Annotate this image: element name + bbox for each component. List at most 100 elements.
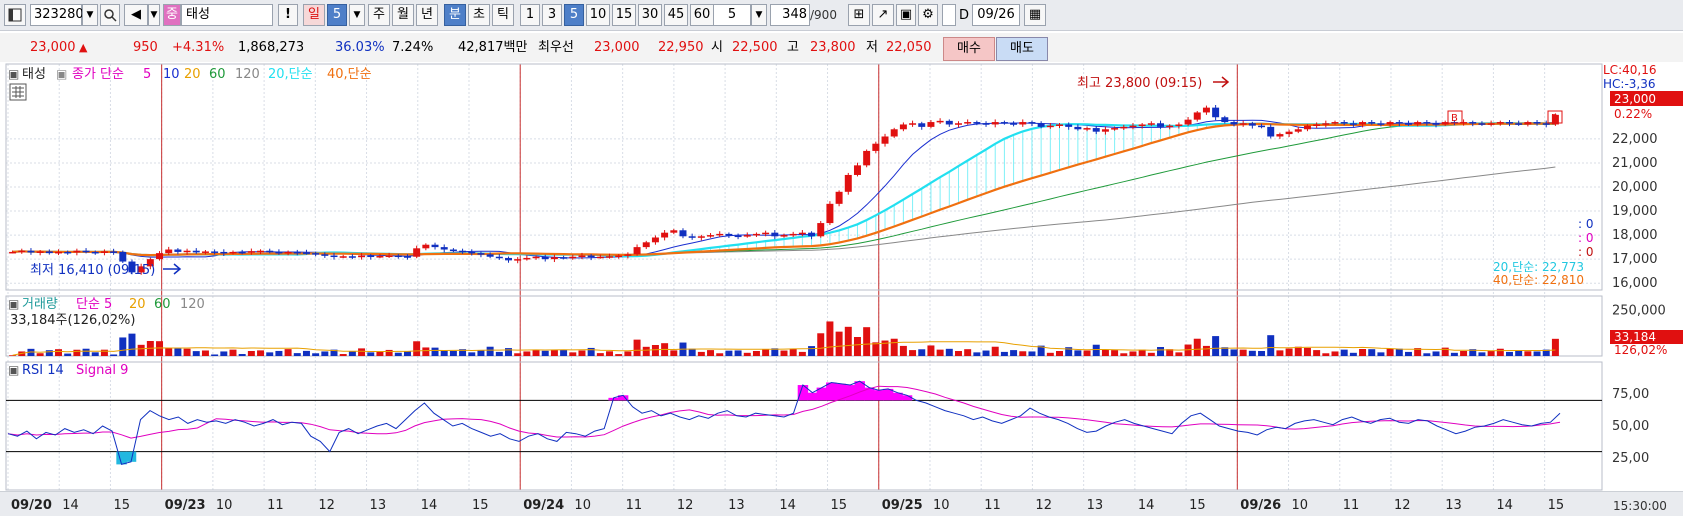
interval-button-10[interactable]: 10 bbox=[586, 4, 610, 26]
search-icon[interactable] bbox=[100, 4, 120, 26]
volume-bar bbox=[495, 351, 503, 356]
volume-bar bbox=[1129, 351, 1137, 356]
period-year-button[interactable]: 년 bbox=[416, 4, 438, 26]
candle-body bbox=[1524, 122, 1532, 125]
date-checkbox[interactable] bbox=[942, 4, 956, 26]
alert-button[interactable]: ! bbox=[278, 4, 298, 26]
interval-button-15[interactable]: 15 bbox=[612, 4, 636, 26]
volume-bar bbox=[1349, 352, 1357, 356]
time-tick-label: 13 bbox=[370, 498, 387, 513]
candle-body bbox=[909, 123, 917, 125]
volume-bar bbox=[247, 351, 255, 356]
volume-bar bbox=[1478, 352, 1486, 356]
candle-body bbox=[817, 223, 825, 237]
candle-body bbox=[1423, 122, 1431, 124]
date-input[interactable]: 09/26 bbox=[972, 4, 1020, 26]
volume-bar bbox=[284, 349, 292, 356]
candle-body bbox=[1478, 123, 1486, 125]
table-grid-icon bbox=[12, 86, 24, 98]
stock-name-field[interactable]: 태성 bbox=[181, 4, 273, 26]
candle-body bbox=[1230, 122, 1238, 125]
count-input[interactable]: 348 bbox=[770, 4, 810, 26]
high-label: 고 bbox=[787, 40, 799, 55]
candle-body bbox=[624, 254, 632, 256]
toolbar: 323280 ▼ ◀ ▼ 중 태성 ! 일 5 ▼ 주 월 년 분 초 틱 13… bbox=[0, 0, 1683, 31]
candle-body bbox=[385, 255, 393, 258]
candle-body bbox=[587, 255, 595, 258]
candle-body bbox=[1138, 124, 1146, 126]
code-dropdown-icon[interactable]: ▼ bbox=[82, 4, 98, 26]
period-month-button[interactable]: 월 bbox=[392, 4, 414, 26]
volume-bar bbox=[220, 351, 228, 356]
interval-dropdown-icon[interactable]: ▼ bbox=[751, 4, 767, 26]
volume-square-icon: ▣ bbox=[8, 297, 19, 311]
candle-body bbox=[1074, 126, 1082, 130]
legend-ma40-simple: 40,단순 bbox=[327, 67, 372, 82]
interval-button-1[interactable]: 1 bbox=[520, 4, 540, 26]
stock-chart[interactable]: 16,000 17,000 18,000 19,000 20,000 21,000 22,0… bbox=[0, 62, 1683, 516]
candle-body bbox=[1377, 123, 1385, 125]
speaker-icon[interactable]: ◀ bbox=[124, 4, 148, 26]
pct-3: 7.24% bbox=[392, 40, 434, 55]
period-second-button[interactable]: 초 bbox=[468, 4, 490, 26]
candle-body bbox=[1331, 122, 1339, 124]
volume-bar bbox=[449, 351, 457, 356]
period-day-n[interactable]: 5 bbox=[327, 4, 347, 26]
volume-bar bbox=[1551, 338, 1559, 356]
period-week-button[interactable]: 주 bbox=[368, 4, 390, 26]
speaker-dropdown-icon[interactable]: ▼ bbox=[148, 4, 160, 26]
stock-code-input[interactable]: 323280 bbox=[30, 4, 84, 26]
buy-button[interactable]: 매수 bbox=[943, 37, 995, 61]
volume-bar bbox=[752, 351, 760, 356]
interval-button-3[interactable]: 3 bbox=[542, 4, 562, 26]
volume-title[interactable]: 거래량 bbox=[22, 297, 58, 312]
interval-button-60[interactable]: 60 bbox=[690, 4, 714, 26]
candle-body bbox=[642, 242, 650, 248]
interval-select[interactable]: 5 bbox=[713, 4, 751, 26]
draw-tool-icon[interactable]: ↗ bbox=[872, 4, 894, 26]
volume-bar bbox=[826, 321, 834, 356]
candle-body bbox=[1303, 125, 1311, 130]
candle-body bbox=[615, 255, 623, 258]
candle-body bbox=[1496, 122, 1504, 124]
interval-button-30[interactable]: 30 bbox=[638, 4, 662, 26]
period-dropdown-icon[interactable]: ▼ bbox=[349, 4, 365, 26]
interval-button-5[interactable]: 5 bbox=[564, 4, 584, 26]
candle-body bbox=[661, 232, 669, 238]
legend-price-name[interactable]: 태성 bbox=[22, 67, 46, 82]
rsi-title[interactable]: RSI 14 bbox=[22, 363, 64, 378]
sell-button[interactable]: 매도 bbox=[996, 37, 1048, 61]
volume-bar bbox=[844, 326, 852, 356]
candle-body bbox=[1359, 122, 1367, 125]
chart-tools-icon[interactable]: ⊞ bbox=[848, 4, 870, 26]
gear-icon[interactable]: ⚙ bbox=[918, 4, 938, 26]
volume-bar bbox=[863, 327, 871, 356]
volume-bar bbox=[165, 348, 173, 356]
volume-bar bbox=[1046, 352, 1054, 356]
save-icon[interactable]: ▣ bbox=[896, 4, 916, 26]
calendar-icon[interactable]: ▦ bbox=[1024, 4, 1046, 26]
volume-ma-5: 단순 5 bbox=[76, 297, 112, 312]
period-tick-button[interactable]: 틱 bbox=[492, 4, 514, 26]
window-menu-icon[interactable] bbox=[4, 4, 26, 26]
volume-bar bbox=[45, 350, 53, 356]
time-tick-label: 09/20 bbox=[11, 498, 52, 513]
period-minute-button[interactable]: 분 bbox=[444, 4, 466, 26]
time-tick-label: 10 bbox=[216, 498, 233, 513]
volume-bar bbox=[1028, 351, 1036, 356]
volume-bar bbox=[339, 354, 347, 356]
candle-body bbox=[1487, 123, 1495, 125]
period-day-button[interactable]: 일 bbox=[303, 4, 325, 26]
legend-price-indicator[interactable]: 종가 단순 bbox=[72, 67, 124, 82]
magnifier-icon bbox=[103, 9, 117, 22]
high-annotation: 최고 23,800 (09:15) bbox=[1077, 76, 1202, 91]
interval-button-45[interactable]: 45 bbox=[664, 4, 688, 26]
candle-body bbox=[376, 256, 384, 258]
candle-body bbox=[495, 256, 503, 259]
volume-bar bbox=[358, 348, 366, 356]
volume-bar bbox=[927, 345, 935, 356]
volume-bar bbox=[1487, 350, 1495, 356]
rsi-tick-label: 25,00 bbox=[1612, 451, 1649, 466]
candle-body bbox=[505, 257, 512, 261]
time-tick-label: 13 bbox=[728, 498, 745, 513]
